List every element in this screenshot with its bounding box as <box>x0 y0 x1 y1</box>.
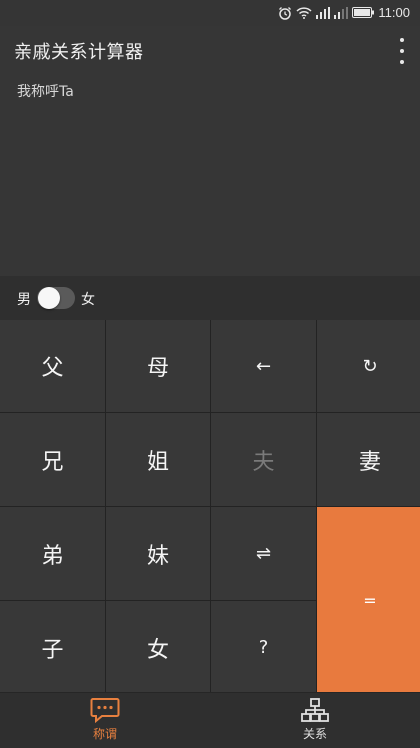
gender-female-label: 女 <box>81 292 95 308</box>
alarm-icon <box>279 6 292 20</box>
key-daughter[interactable]: 女 <box>106 601 210 694</box>
wifi-icon <box>296 6 312 19</box>
key-younger-brother[interactable]: 弟 <box>0 507 105 600</box>
status-time: 11:00 <box>378 5 410 20</box>
key-son[interactable]: 子 <box>0 601 105 694</box>
key-wife[interactable]: 妻 <box>317 413 420 506</box>
swap-button[interactable]: ⇌ <box>211 507 316 600</box>
key-husband[interactable]: 夫 <box>211 413 316 506</box>
gender-male-label: 男 <box>17 292 31 308</box>
nav-tab-relation-label: 关系 <box>302 727 327 741</box>
signal-icon <box>316 6 331 19</box>
bottom-navigation: 称谓 关系 <box>0 692 420 748</box>
key-mother[interactable]: 母 <box>106 320 210 412</box>
equals-button[interactable]: = <box>317 507 420 694</box>
toggle-knob <box>38 287 60 309</box>
result-display: 我称呼Ta <box>0 76 420 276</box>
hierarchy-icon <box>301 698 329 722</box>
key-elder-sister[interactable]: 姐 <box>106 413 210 506</box>
expression-text: 我称呼Ta <box>17 84 74 100</box>
signal-icon-2 <box>334 6 349 19</box>
app-bar: 亲戚关系计算器 <box>0 26 420 76</box>
app-title: 亲戚关系计算器 <box>14 42 144 63</box>
status-icons: 11:00 <box>278 5 410 20</box>
keypad: 父 母 ← ↻ 兄 姐 夫 妻 弟 妹 ⇌ = 子 女 ? <box>0 320 420 694</box>
gender-toggle[interactable] <box>37 287 75 309</box>
more-options-icon[interactable] <box>398 38 406 64</box>
nav-tab-address[interactable]: 称谓 <box>75 697 135 742</box>
backspace-button[interactable]: ← <box>211 320 316 412</box>
key-elder-brother[interactable]: 兄 <box>0 413 105 506</box>
nav-tab-address-label: 称谓 <box>92 727 117 741</box>
reset-button[interactable]: ↻ <box>317 320 420 412</box>
nav-tab-relation[interactable]: 关系 <box>285 697 345 742</box>
key-younger-sister[interactable]: 妹 <box>106 507 210 600</box>
gender-selector: 男 女 <box>0 276 420 320</box>
status-bar: 11:00 <box>0 0 420 26</box>
battery-icon <box>352 7 375 18</box>
chat-bubble-icon <box>90 698 120 723</box>
key-father[interactable]: 父 <box>0 320 105 412</box>
question-button[interactable]: ? <box>211 601 316 694</box>
